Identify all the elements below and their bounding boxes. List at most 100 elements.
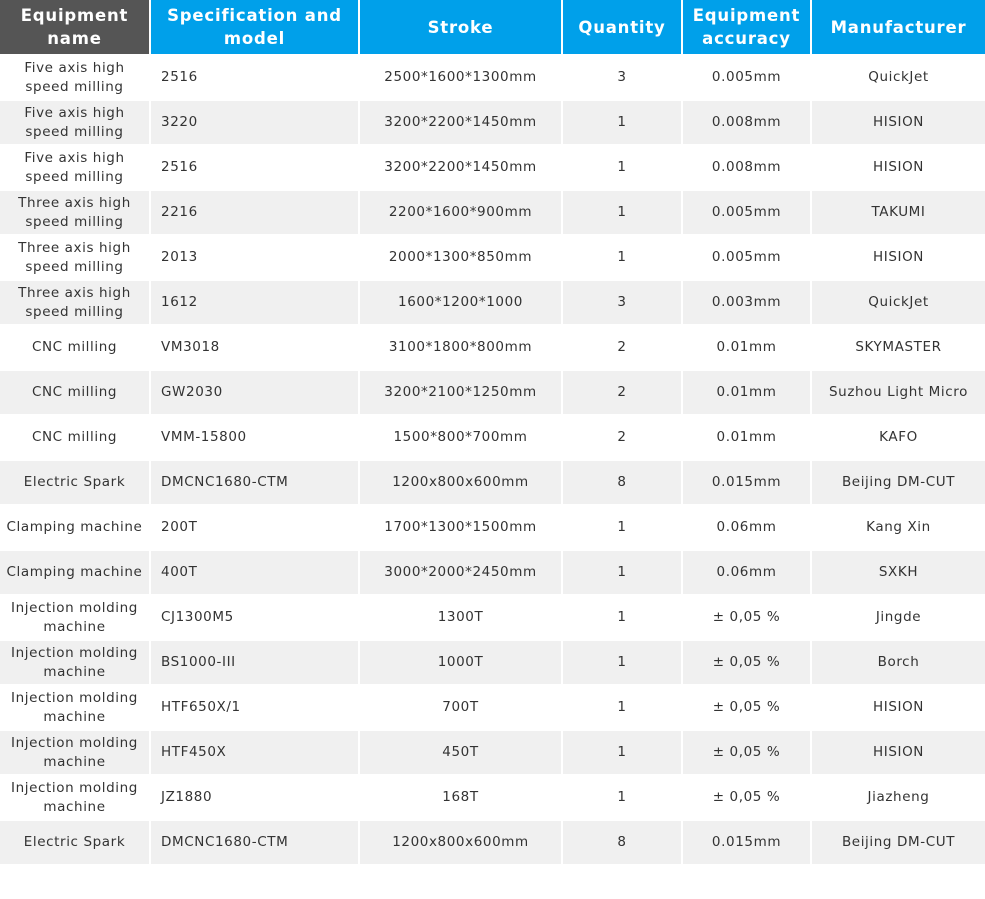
quantity-cell: 8 (562, 820, 683, 866)
table-row: Electric Spark DMCNC1680-CTM 1200x800x600m… (0, 460, 985, 506)
equipment-name-cell: Five axis high speed milling (0, 100, 151, 146)
table-row: Electric Spark DMCNC1680-CTM 1200x800x600m… (0, 820, 985, 866)
manufacturer-cell: QuickJet (811, 280, 985, 326)
manufacturer-cell: HISION (811, 145, 985, 191)
accuracy-cell: 0.01mm (682, 415, 812, 461)
stroke-cell: 2200*1600*900mm (359, 190, 563, 236)
accuracy-cell: ± 0,05 % (682, 730, 812, 776)
model-cell: 3220 (150, 100, 360, 146)
table-body: Five axis high speed milling 2516 2500*160… (0, 55, 985, 866)
table-row: Five axis high speed milling 2516 3200*220… (0, 145, 985, 191)
stroke-cell: 1200x800x600mm (359, 820, 563, 866)
equipment-name-cell: CNC milling (0, 370, 151, 416)
quantity-cell: 1 (562, 100, 683, 146)
model-cell: DMCNC1680-CTM (150, 820, 360, 866)
quantity-cell: 2 (562, 325, 683, 371)
stroke-cell: 3200*2100*1250mm (359, 370, 563, 416)
accuracy-cell: 0.01mm (682, 370, 812, 416)
equipment-name-cell: Injection molding machine (0, 685, 151, 731)
model-cell: 2216 (150, 190, 360, 236)
header-specification-model: Specification and model (150, 0, 360, 56)
table-row: Three axis high speed milling 2013 2000*13… (0, 235, 985, 281)
manufacturer-cell: KAFO (811, 415, 985, 461)
quantity-cell: 2 (562, 370, 683, 416)
model-cell: 2013 (150, 235, 360, 281)
table-row: Three axis high speed milling 2216 2200*16… (0, 190, 985, 236)
quantity-cell: 3 (562, 280, 683, 326)
manufacturer-cell: HISION (811, 235, 985, 281)
quantity-cell: 1 (562, 775, 683, 821)
model-cell: 400T (150, 550, 360, 596)
accuracy-cell: 0.008mm (682, 100, 812, 146)
table-row: Five axis high speed milling 2516 2500*160… (0, 55, 985, 101)
equipment-name-cell: Three axis high speed milling (0, 280, 151, 326)
stroke-cell: 1700*1300*1500mm (359, 505, 563, 551)
accuracy-cell: 0.06mm (682, 550, 812, 596)
header-manufacturer: Manufacturer (811, 0, 985, 56)
stroke-cell: 700T (359, 685, 563, 731)
manufacturer-cell: Beijing DM-CUT (811, 820, 985, 866)
quantity-cell: 2 (562, 415, 683, 461)
stroke-cell: 2000*1300*850mm (359, 235, 563, 281)
equipment-name-cell: Injection molding machine (0, 730, 151, 776)
header-equipment-name: Equipment name (0, 0, 151, 56)
accuracy-cell: ± 0,05 % (682, 775, 812, 821)
stroke-cell: 3200*2200*1450mm (359, 100, 563, 146)
equipment-name-cell: Injection molding machine (0, 775, 151, 821)
manufacturer-cell: HISION (811, 100, 985, 146)
quantity-cell: 1 (562, 145, 683, 191)
quantity-cell: 1 (562, 640, 683, 686)
table-row: Injection molding machine JZ1880 168T 1 ± 0,… (0, 775, 985, 821)
accuracy-cell: ± 0,05 % (682, 685, 812, 731)
model-cell: GW2030 (150, 370, 360, 416)
model-cell: JZ1880 (150, 775, 360, 821)
accuracy-cell: ± 0,05 % (682, 595, 812, 641)
model-cell: DMCNC1680-CTM (150, 460, 360, 506)
model-cell: 2516 (150, 145, 360, 191)
stroke-cell: 1200x800x600mm (359, 460, 563, 506)
stroke-cell: 3100*1800*800mm (359, 325, 563, 371)
quantity-cell: 3 (562, 55, 683, 101)
equipment-name-cell: Electric Spark (0, 820, 151, 866)
model-cell: VMM-15800 (150, 415, 360, 461)
stroke-cell: 3000*2000*2450mm (359, 550, 563, 596)
model-cell: 2516 (150, 55, 360, 101)
manufacturer-cell: Beijing DM-CUT (811, 460, 985, 506)
accuracy-cell: 0.005mm (682, 190, 812, 236)
accuracy-cell: 0.015mm (682, 820, 812, 866)
model-cell: 200T (150, 505, 360, 551)
quantity-cell: 1 (562, 550, 683, 596)
manufacturer-cell: HISION (811, 730, 985, 776)
manufacturer-cell: Borch (811, 640, 985, 686)
quantity-cell: 1 (562, 235, 683, 281)
model-cell: HTF650X/1 (150, 685, 360, 731)
equipment-name-cell: Three axis high speed milling (0, 190, 151, 236)
quantity-cell: 8 (562, 460, 683, 506)
manufacturer-cell: HISION (811, 685, 985, 731)
equipment-name-cell: Electric Spark (0, 460, 151, 506)
manufacturer-cell: Jiazheng (811, 775, 985, 821)
stroke-cell: 1000T (359, 640, 563, 686)
table-row: Injection molding machine CJ1300M5 1300T 1 ±… (0, 595, 985, 641)
equipment-name-cell: Five axis high speed milling (0, 145, 151, 191)
accuracy-cell: 0.003mm (682, 280, 812, 326)
table-row: Injection molding machine HTF450X 450T 1 ± 0… (0, 730, 985, 776)
header-quantity: Quantity (562, 0, 683, 56)
equipment-name-cell: Injection molding machine (0, 595, 151, 641)
model-cell: BS1000-III (150, 640, 360, 686)
manufacturer-cell: Jingde (811, 595, 985, 641)
equipment-name-cell: CNC milling (0, 415, 151, 461)
quantity-cell: 1 (562, 730, 683, 776)
table-row: CNC milling VMM-15800 1500*800*700mm 2 0.01m… (0, 415, 985, 461)
equipment-table: Equipment name Specification and model S… (0, 0, 985, 866)
model-cell: VM3018 (150, 325, 360, 371)
accuracy-cell: 0.01mm (682, 325, 812, 371)
manufacturer-cell: SKYMASTER (811, 325, 985, 371)
stroke-cell: 168T (359, 775, 563, 821)
header-equipment-accuracy: Equipment accuracy (682, 0, 812, 56)
accuracy-cell: 0.015mm (682, 460, 812, 506)
table-row: Injection molding machine HTF650X/1 700T 1 ±… (0, 685, 985, 731)
table-row: Injection molding machine BS1000-III 1000T… (0, 640, 985, 686)
table-row: Clamping machine 400T 3000*2000*2450mm 1 0.0… (0, 550, 985, 596)
stroke-cell: 3200*2200*1450mm (359, 145, 563, 191)
